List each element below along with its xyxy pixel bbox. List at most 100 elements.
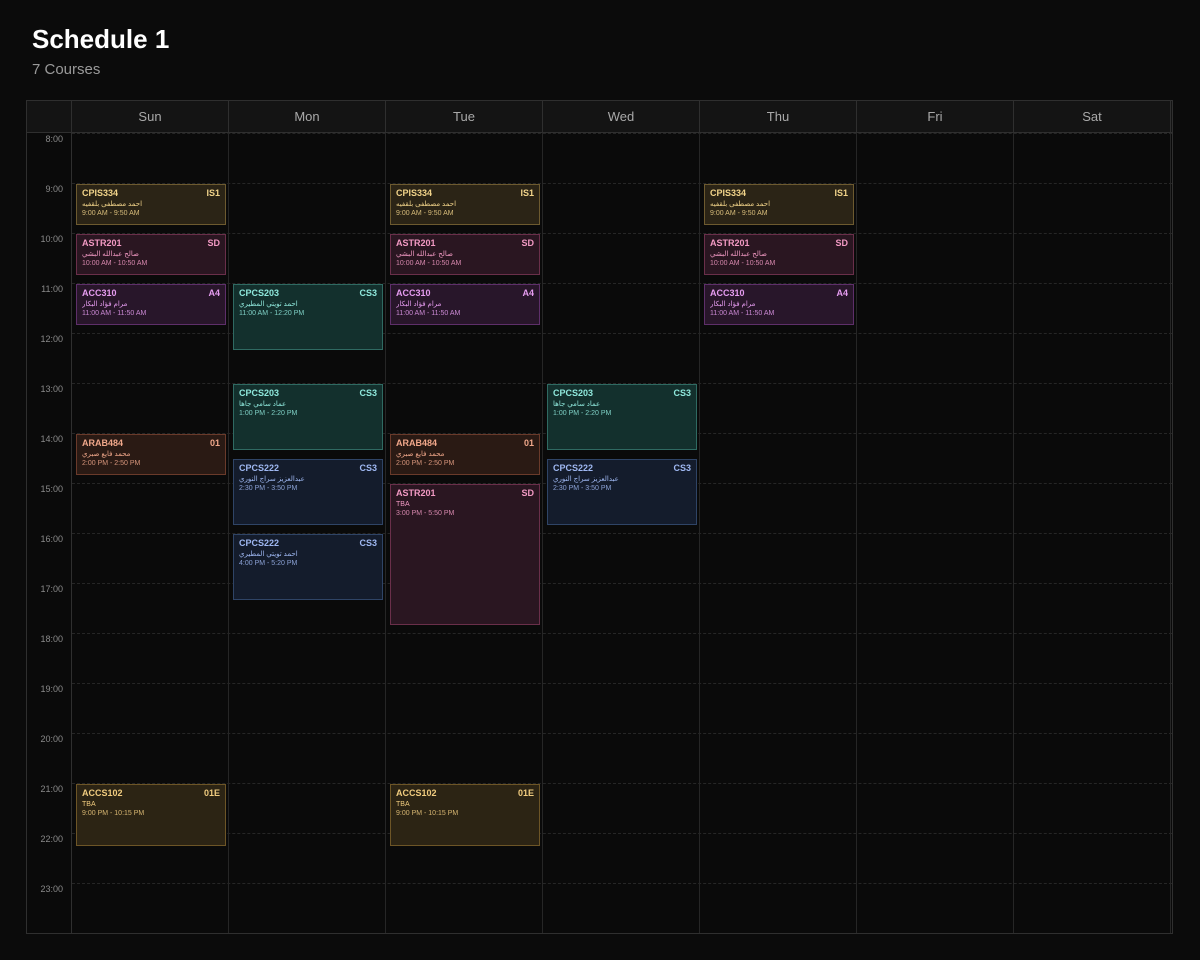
course-section: 01E [517, 788, 534, 798]
day-header-sat: Sat [1014, 101, 1171, 132]
course-instructor: عبدالعزيز سراج النوري [239, 476, 305, 483]
day-header-row: Sun Mon Tue Wed Thu Fri Sat [27, 101, 1172, 133]
time-label: 23:00 [40, 884, 63, 894]
course-section: CS3 [673, 463, 691, 473]
course-instructor: احمد مصطفى بلقفيه [710, 201, 771, 208]
course-header: ASTR201 SD [396, 488, 534, 499]
time-label: 17:00 [40, 584, 63, 594]
course-time: 10:00 AM - 10:50 AM [710, 260, 776, 267]
course-time: 1:00 PM - 2:20 PM [239, 410, 298, 417]
course-time: 11:00 AM - 11:50 AM [710, 310, 775, 317]
course-time: 9:00 AM - 9:50 AM [82, 210, 140, 217]
course-time: 2:00 PM - 2:50 PM [396, 460, 455, 467]
course-block-cpcs222[interactable]: CPCS222 CS3 احمد تويتي المطيري 4:00 PM - 5:… [233, 534, 383, 600]
day-header-thu: Thu [700, 101, 857, 132]
course-code: ASTR201 [710, 238, 750, 248]
course-code: ASTR201 [396, 238, 436, 248]
hour-gridline [72, 733, 1172, 734]
course-code: CPCS203 [553, 388, 594, 398]
course-header: ACC310 A4 [710, 288, 848, 299]
hour-gridline [72, 833, 1172, 834]
course-section: IS1 [834, 188, 848, 198]
course-code: CPIS334 [82, 188, 119, 198]
course-block-cpis334[interactable]: CPIS334 IS1 احمد مصطفى بلقفيه 9:00 AM - 9:5… [76, 184, 226, 225]
course-instructor: TBA [396, 501, 410, 508]
course-header: CPCS222 CS3 [239, 538, 377, 549]
course-block-astr201[interactable]: ASTR201 SD صالح عبدالله البشي 10:00 AM - 10… [76, 234, 226, 275]
time-label: 11:00 [41, 284, 63, 294]
course-header: ACC310 A4 [82, 288, 220, 299]
course-header: CPIS334 IS1 [710, 188, 848, 199]
course-block-acc310[interactable]: ACC310 A4 مرام فؤاد البكار 11:00 AM - 11:50… [76, 284, 226, 325]
course-header: ASTR201 SD [396, 238, 534, 249]
course-block-arab484[interactable]: ARAB484 01 محمد فايع صبري 2:00 PM - 2:50 PM [76, 434, 226, 475]
course-time: 3:00 PM - 5:50 PM [396, 510, 455, 517]
course-code: CPIS334 [710, 188, 747, 198]
course-instructor: عبدالعزيز سراج النوري [553, 476, 619, 483]
day-header-tue: Tue [386, 101, 543, 132]
course-header: CPCS203 CS3 [239, 388, 377, 399]
course-header: ASTR201 SD [710, 238, 848, 249]
course-block-accs102[interactable]: ACCS102 01E TBA 9:00 PM - 10:15 PM [390, 784, 540, 846]
course-section: SD [207, 238, 220, 248]
course-section: CS3 [359, 463, 377, 473]
course-time: 9:00 PM - 10:15 PM [82, 810, 145, 817]
course-instructor: مرام فؤاد البكار [710, 301, 756, 308]
course-block-astr201[interactable]: ASTR201 SD TBA 3:00 PM - 5:50 PM [390, 484, 540, 625]
day-header-mon: Mon [229, 101, 386, 132]
course-block-acc310[interactable]: ACC310 A4 مرام فؤاد البكار 11:00 AM - 11:50… [704, 284, 854, 325]
course-instructor: محمد فايع صبري [82, 451, 131, 458]
course-instructor: صالح عبدالله البشي [710, 251, 767, 258]
course-section: SD [521, 488, 534, 498]
course-block-cpcs203[interactable]: CPCS203 CS3 عماد سامي جاها 1:00 PM - 2:20 P… [233, 384, 383, 450]
course-section: CS3 [359, 538, 377, 548]
course-time: 11:00 AM - 11:50 AM [82, 310, 147, 317]
course-block-astr201[interactable]: ASTR201 SD صالح عبدالله البشي 10:00 AM - 10… [390, 234, 540, 275]
course-time: 4:00 PM - 5:20 PM [239, 560, 298, 567]
time-label: 18:00 [40, 634, 63, 644]
course-section: CS3 [673, 388, 691, 398]
course-instructor: TBA [82, 801, 96, 808]
course-time: 2:30 PM - 3:50 PM [239, 485, 298, 492]
course-block-cpcs203[interactable]: CPCS203 CS3 احمد تويتي المطيري 11:00 AM - 1… [233, 284, 383, 350]
course-code: ARAB484 [396, 438, 438, 448]
course-code: ACCS102 [396, 788, 437, 798]
course-block-acc310[interactable]: ACC310 A4 مرام فؤاد البكار 11:00 AM - 11:50… [390, 284, 540, 325]
course-instructor: مرام فؤاد البكار [396, 301, 442, 308]
course-instructor: عماد سامي جاها [239, 401, 287, 408]
course-count: 7 Courses [32, 61, 101, 78]
course-instructor: عماد سامي جاها [553, 401, 601, 408]
time-label: 16:00 [40, 534, 63, 544]
schedule-title: Schedule 1 [32, 24, 170, 54]
time-label: 15:00 [40, 484, 63, 494]
course-time: 10:00 AM - 10:50 AM [396, 260, 462, 267]
course-section: IS1 [520, 188, 534, 198]
course-block-cpcs222[interactable]: CPCS222 CS3 عبدالعزيز سراج النوري 2:30 PM -… [547, 459, 697, 525]
course-block-accs102[interactable]: ACCS102 01E TBA 9:00 PM - 10:15 PM [76, 784, 226, 846]
time-label: 8:00 [45, 134, 63, 144]
course-header: ARAB484 01 [82, 438, 220, 449]
course-header: ASTR201 SD [82, 238, 220, 249]
time-label: 14:00 [40, 434, 63, 444]
course-block-cpcs222[interactable]: CPCS222 CS3 عبدالعزيز سراج النوري 2:30 PM -… [233, 459, 383, 525]
day-header-wed: Wed [543, 101, 700, 132]
course-block-cpis334[interactable]: CPIS334 IS1 احمد مصطفى بلقفيه 9:00 AM - 9:5… [390, 184, 540, 225]
header-corner [27, 101, 72, 132]
course-block-cpis334[interactable]: CPIS334 IS1 احمد مصطفى بلقفيه 9:00 AM - 9:5… [704, 184, 854, 225]
course-instructor: احمد تويتي المطيري [239, 301, 298, 308]
course-time: 1:00 PM - 2:20 PM [553, 410, 612, 417]
course-header: CPCS222 CS3 [553, 463, 691, 474]
course-block-cpcs203[interactable]: CPCS203 CS3 عماد سامي جاها 1:00 PM - 2:20 P… [547, 384, 697, 450]
time-label: 13:00 [40, 384, 63, 394]
course-code: ACC310 [710, 288, 745, 298]
course-section: CS3 [359, 288, 377, 298]
weekly-calendar-grid: Sun Mon Tue Wed Thu Fri Sat 8:00 9:00 10:00 11:00… [26, 100, 1173, 934]
course-block-arab484[interactable]: ARAB484 01 محمد فايع صبري 2:00 PM - 2:50 PM [390, 434, 540, 475]
course-instructor: مرام فؤاد البكار [82, 301, 128, 308]
course-block-astr201[interactable]: ASTR201 SD صالح عبدالله البشي 10:00 AM - 10… [704, 234, 854, 275]
course-code: ACCS102 [82, 788, 123, 798]
course-instructor: احمد مصطفى بلقفيه [396, 201, 457, 208]
course-instructor: احمد تويتي المطيري [239, 551, 298, 558]
course-time: 9:00 AM - 9:50 AM [396, 210, 454, 217]
time-gutter: 8:00 9:00 10:00 11:00 12:00 13:00 14:00 15:00 16… [27, 133, 72, 933]
